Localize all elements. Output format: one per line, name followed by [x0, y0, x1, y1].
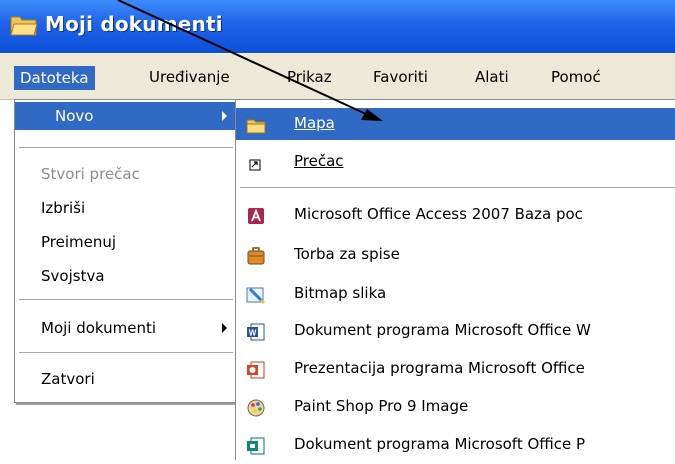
title-bar: Moji dokumenti: [0, 0, 675, 53]
menu-item-rename[interactable]: Preimenuj: [15, 228, 237, 256]
submenu-item-shortcut[interactable]: Prečac: [236, 145, 675, 181]
submenu-arrow-icon: [222, 323, 227, 333]
menu-item-close[interactable]: Zatvori: [15, 365, 237, 393]
menu-item-label: Zatvori: [41, 370, 95, 388]
menu-file[interactable]: Datoteka: [14, 66, 95, 90]
submenu-item-paintshop[interactable]: Paint Shop Pro 9 Image: [236, 390, 675, 426]
paintshop-icon: [247, 399, 265, 417]
submenu-item-label: Microsoft Office Access 2007 Baza poc: [294, 205, 583, 223]
menu-separator: [19, 352, 233, 353]
shortcut-icon: [249, 159, 261, 171]
file-menu: Novo Stvori prečac Izbriši Preimenuj Svo…: [14, 99, 238, 403]
menu-item-properties[interactable]: Svojstva: [15, 262, 237, 290]
submenu-item-label: Paint Shop Pro 9 Image: [294, 397, 469, 415]
svg-text:W: W: [249, 329, 257, 338]
access-icon: [248, 208, 264, 224]
menu-item-my-documents[interactable]: Moji dokumenti: [15, 314, 237, 342]
menu-bar: Datoteka Uređivanje Prikaz Favoriti Alat…: [0, 53, 675, 100]
publisher-icon: [247, 437, 265, 455]
menu-item-label: Novo: [55, 107, 94, 125]
bitmap-icon: [246, 287, 266, 305]
folder-open-icon: [10, 16, 38, 36]
menu-item-label: Stvori prečac: [41, 165, 140, 183]
submenu-arrow-icon: [222, 111, 227, 121]
submenu-item-label: Prezentacija programa Microsoft Office: [294, 359, 585, 377]
menu-item-delete[interactable]: Izbriši: [15, 194, 237, 222]
new-submenu: Mapa Prečac Microsoft Office Access 2007…: [235, 99, 675, 460]
word-icon: W: [247, 323, 265, 341]
folder-icon: [246, 119, 266, 134]
window-title: Moji dokumenti: [45, 12, 223, 36]
menu-item-label: Svojstva: [41, 267, 105, 285]
menu-separator: [19, 147, 233, 148]
menu-separator: [240, 187, 675, 188]
submenu-item-label: Bitmap slika: [294, 284, 387, 302]
menu-help[interactable]: Pomoć: [546, 64, 606, 90]
submenu-item-label: Dokument programa Microsoft Office P: [294, 435, 586, 453]
menu-separator: [19, 299, 233, 300]
submenu-item-word[interactable]: W Dokument programa Microsoft Office W: [236, 314, 675, 350]
menu-item-label: Preimenuj: [41, 233, 117, 251]
menu-item-new[interactable]: Novo: [15, 102, 237, 130]
menu-item-label: Moji dokumenti: [41, 319, 157, 337]
menu-item-create-shortcut[interactable]: Stvori prečac: [15, 160, 237, 188]
submenu-item-label: Dokument programa Microsoft Office W: [294, 321, 591, 339]
submenu-item-label: Mapa: [294, 114, 335, 132]
submenu-item-access[interactable]: Microsoft Office Access 2007 Baza poc: [236, 198, 675, 234]
menu-view[interactable]: Prikaz: [282, 64, 337, 90]
submenu-item-folder[interactable]: Mapa: [236, 108, 675, 140]
submenu-item-briefcase[interactable]: Torba za spise: [236, 238, 675, 274]
menu-item-label: Izbriši: [41, 199, 86, 217]
briefcase-icon: [247, 247, 265, 265]
powerpoint-icon: [247, 361, 265, 379]
submenu-item-label: Torba za spise: [294, 245, 400, 263]
submenu-item-label: Prečac: [294, 152, 344, 170]
submenu-item-bitmap[interactable]: Bitmap slika: [236, 277, 675, 313]
menu-edit[interactable]: Uređivanje: [144, 64, 235, 90]
menu-tools[interactable]: Alati: [470, 64, 514, 90]
submenu-item-powerpoint[interactable]: Prezentacija programa Microsoft Office: [236, 352, 675, 388]
menu-favorites[interactable]: Favoriti: [368, 64, 433, 90]
